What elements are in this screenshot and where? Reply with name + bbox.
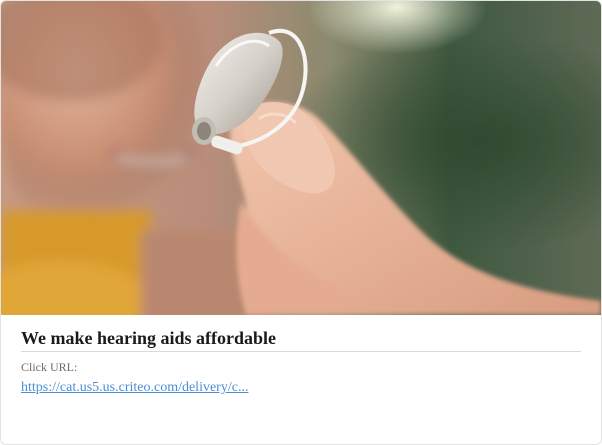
click-url-label: Click URL: — [21, 360, 78, 374]
ad-card: We make hearing aids affordable Click UR… — [0, 0, 602, 445]
ad-body: We make hearing aids affordable Click UR… — [21, 327, 581, 397]
click-url-link[interactable]: https://cat.us5.us.criteo.com/delivery/c… — [21, 379, 248, 397]
hearing-aid-photo — [1, 1, 601, 315]
ad-title[interactable]: We make hearing aids affordable — [21, 327, 581, 352]
ad-image[interactable] — [1, 1, 601, 315]
